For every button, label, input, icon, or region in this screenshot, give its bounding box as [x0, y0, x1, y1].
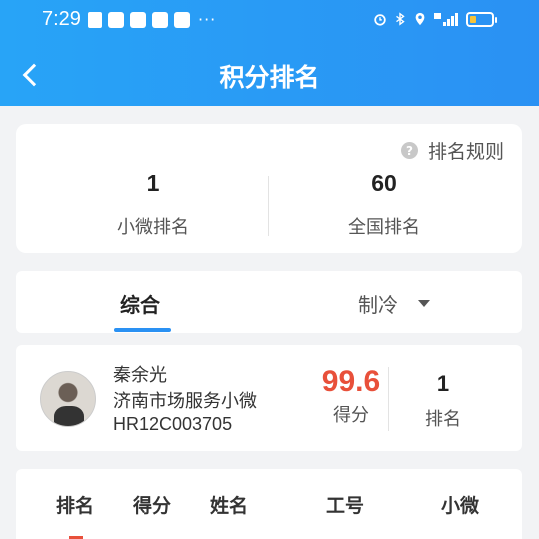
- tab-refrigeration-dropdown[interactable]: 制冷: [358, 289, 430, 318]
- my-rank-card: 秦余光 济南市场服务小微 HR12C003705 99.6 得分 1 排名: [16, 345, 522, 451]
- column-header-name: 姓名: [210, 495, 249, 517]
- mail-icon: [130, 11, 146, 28]
- location-icon: [415, 12, 425, 26]
- tab-refrigeration-label: 制冷: [358, 293, 398, 317]
- signal-icon: [434, 13, 458, 26]
- avatar: [40, 371, 96, 427]
- rank-value: 1: [436, 371, 450, 396]
- column-header-micro: 小微: [441, 495, 480, 517]
- tab-overall[interactable]: 综合: [120, 289, 160, 318]
- micro-rank-value: 1: [146, 170, 160, 196]
- column-header-score: 得分: [133, 495, 172, 517]
- divider: [388, 367, 389, 431]
- national-rank-stat: 60 全国排名: [294, 170, 474, 239]
- national-rank-label: 全国排名: [348, 217, 420, 238]
- more-notifications-icon: ···: [198, 10, 217, 29]
- battery-level: [470, 16, 476, 23]
- status-time: 7:29: [42, 8, 81, 30]
- question-icon: ?: [400, 142, 418, 159]
- app-notification-icon: [108, 11, 124, 28]
- column-header-rank: 排名: [56, 495, 95, 517]
- bluetooth-icon: [396, 12, 405, 26]
- user-name: 秦余光: [113, 365, 167, 386]
- micro-rank-label: 小微排名: [117, 217, 189, 238]
- score-label: 得分: [333, 405, 369, 426]
- column-header-employee-id: 工号: [326, 495, 365, 517]
- rank-label: 排名: [425, 409, 461, 430]
- national-rank-value: 60: [371, 170, 397, 196]
- system-icons: [373, 11, 459, 27]
- page-title: 积分排名: [219, 63, 320, 92]
- divider: [268, 176, 269, 236]
- score-block: 99.6 得分: [316, 365, 386, 427]
- qq-icon: [152, 11, 168, 28]
- micro-rank-stat: 1 小微排名: [63, 170, 243, 239]
- app-icon: [174, 11, 190, 28]
- user-id: HR12C003705: [113, 414, 233, 434]
- ranking-rules-link[interactable]: ? 排名规则: [400, 137, 504, 164]
- tab-bar: 综合 制冷: [16, 271, 522, 333]
- ranking-rules-label: 排名规则: [427, 141, 504, 163]
- battery-icon: [466, 12, 497, 27]
- rank-block: 1 排名: [408, 371, 478, 431]
- user-org: 济南市场服务小微: [113, 391, 257, 412]
- sim-alert-icon: [88, 11, 102, 28]
- caret-down-icon: [418, 300, 430, 307]
- score-value: 99.6: [321, 365, 381, 398]
- active-tab-indicator: [114, 328, 171, 332]
- header: 7:29 ··· 积分排名: [0, 0, 539, 106]
- summary-card: ? 排名规则 1 小微排名 60 全国排名: [16, 124, 522, 253]
- notification-icons: ···: [88, 10, 216, 29]
- alarm-icon: [374, 14, 386, 26]
- status-bar: 7:29 ···: [0, 0, 539, 40]
- ranking-table: 排名 得分 姓名 工号 小微: [16, 469, 522, 539]
